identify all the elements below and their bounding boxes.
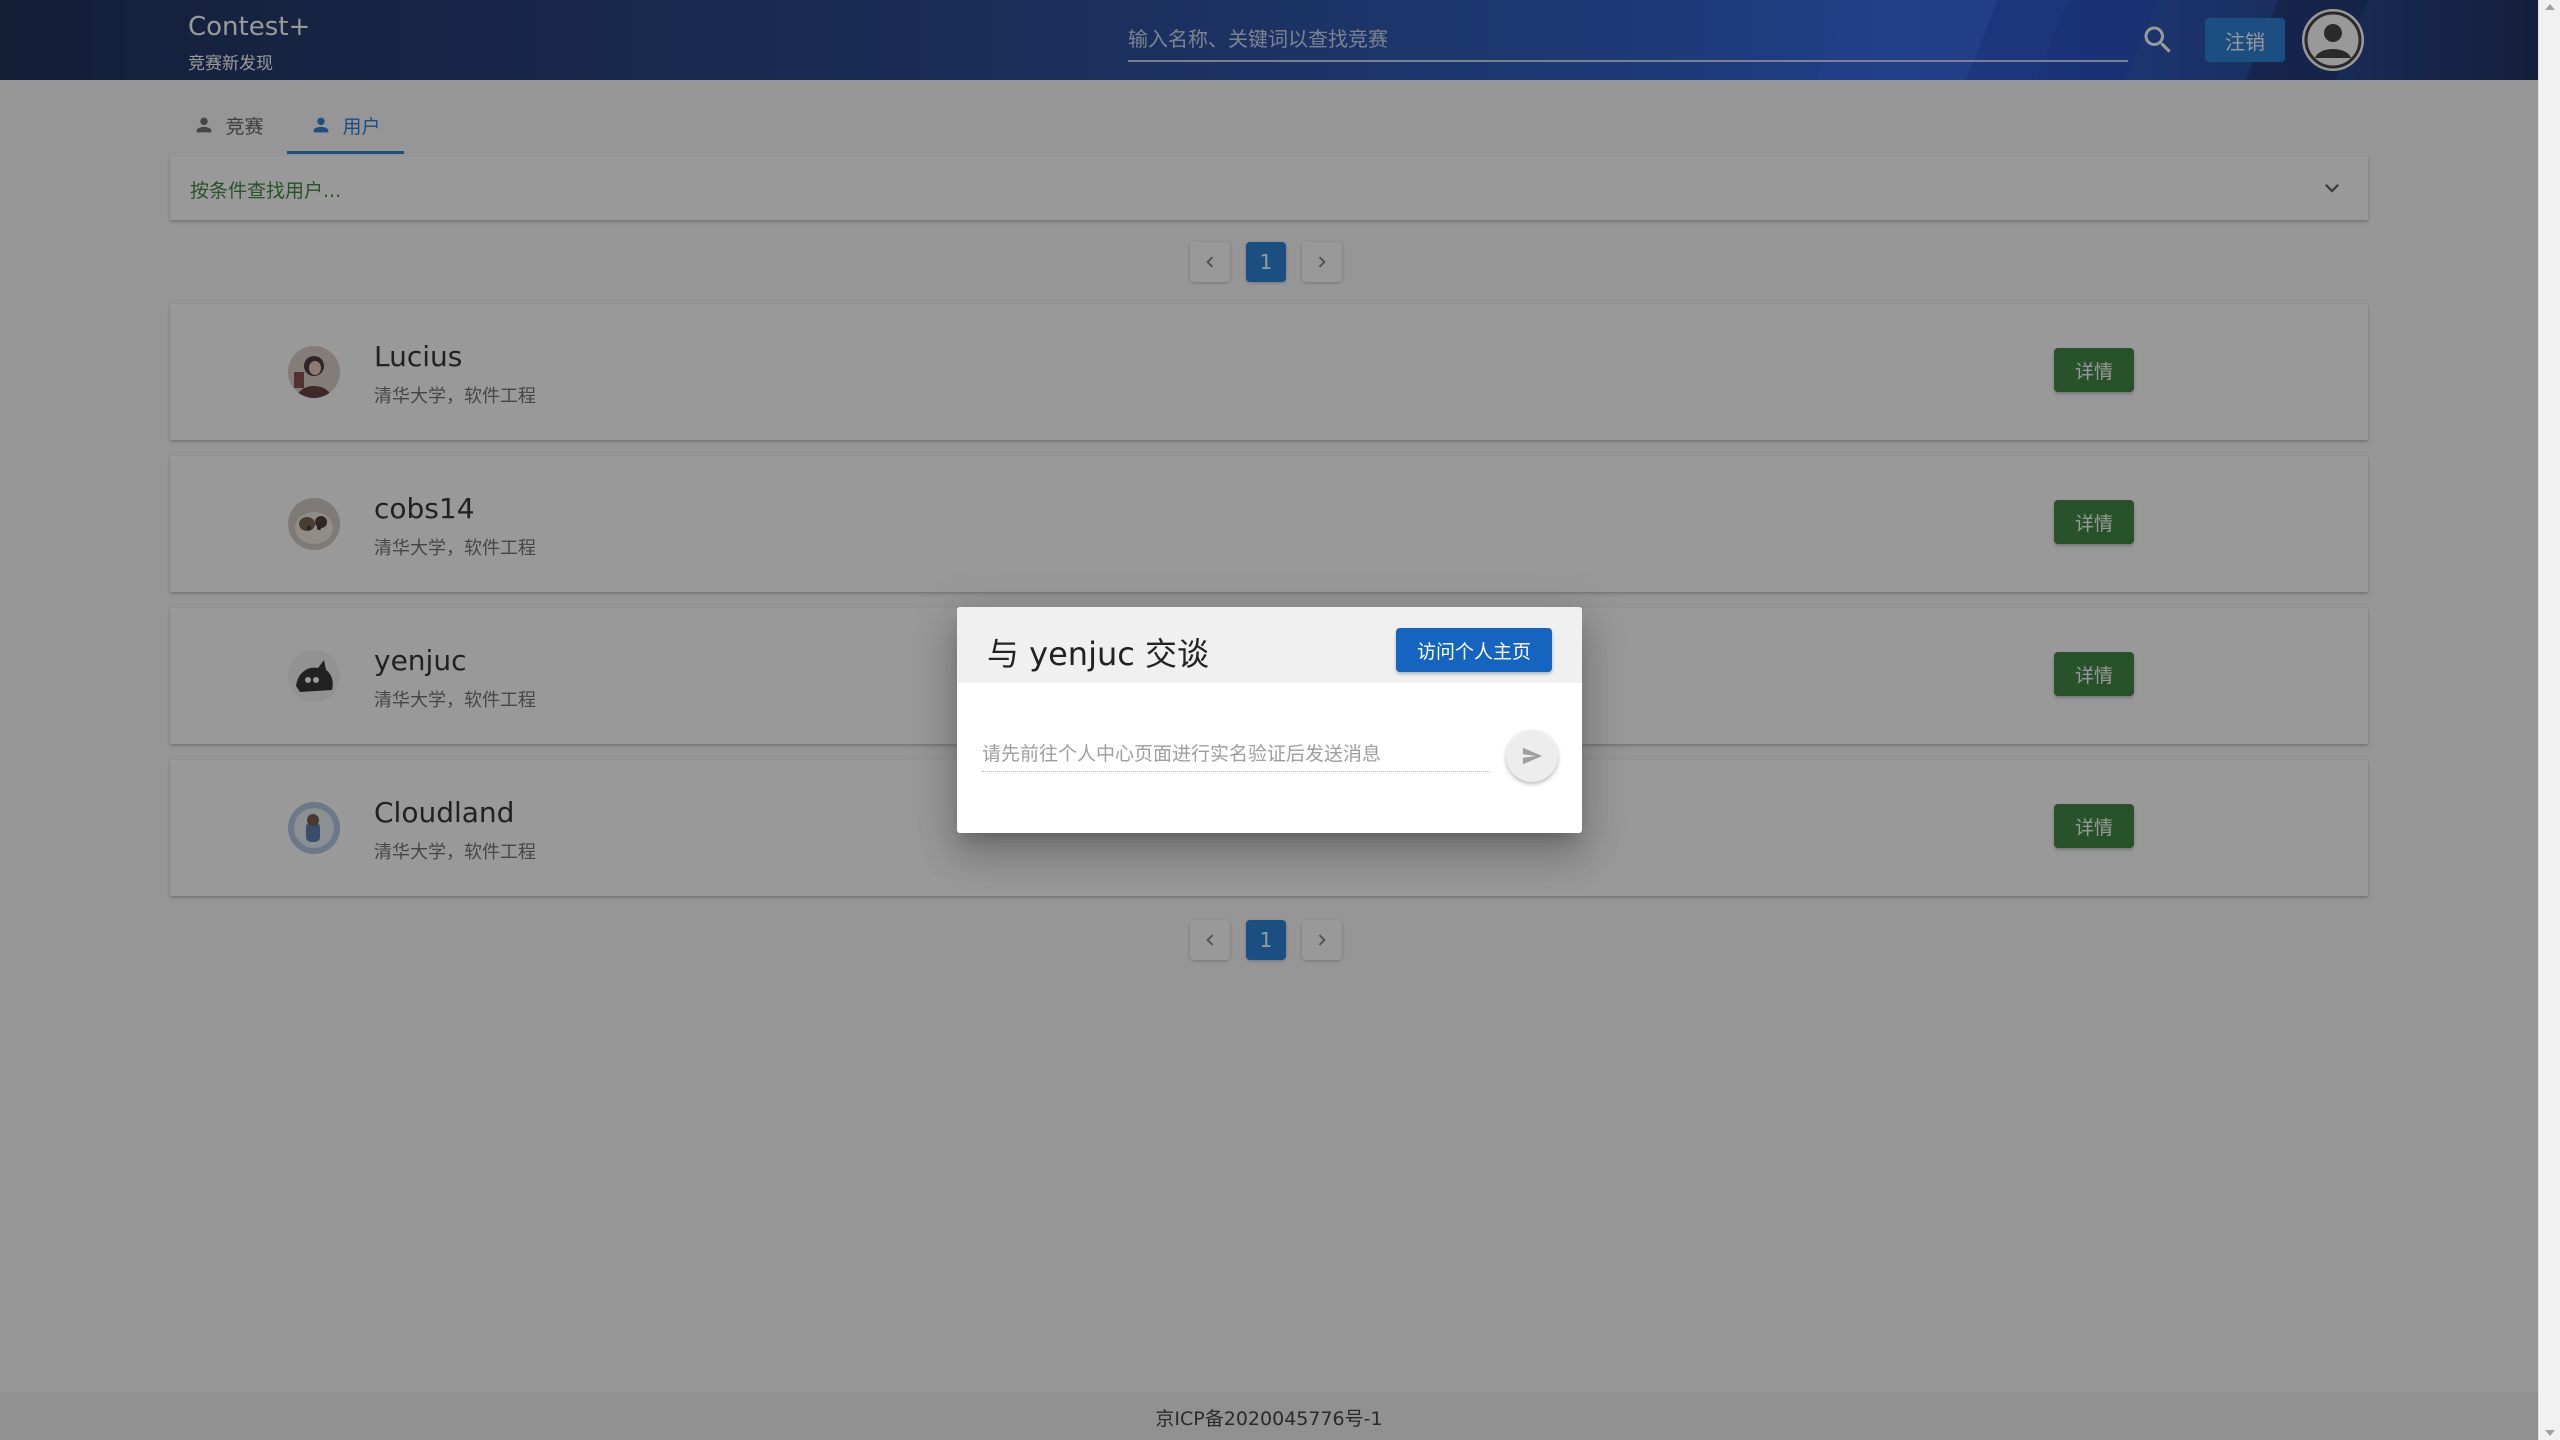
send-icon (1522, 747, 1543, 765)
page-scrollbar[interactable] (2538, 0, 2560, 1440)
send-button[interactable] (1506, 730, 1558, 782)
scroll-down-arrow[interactable] (2545, 1430, 2555, 1436)
dialog-title: 与 yenjuc 交谈 (987, 635, 1210, 673)
message-input[interactable] (982, 737, 1490, 772)
chat-dialog: 与 yenjuc 交谈 访问个人主页 (957, 607, 1582, 833)
dialog-header: 与 yenjuc 交谈 访问个人主页 (957, 607, 1582, 683)
scroll-up-arrow[interactable] (2545, 4, 2555, 10)
visit-profile-button[interactable]: 访问个人主页 (1396, 628, 1552, 672)
